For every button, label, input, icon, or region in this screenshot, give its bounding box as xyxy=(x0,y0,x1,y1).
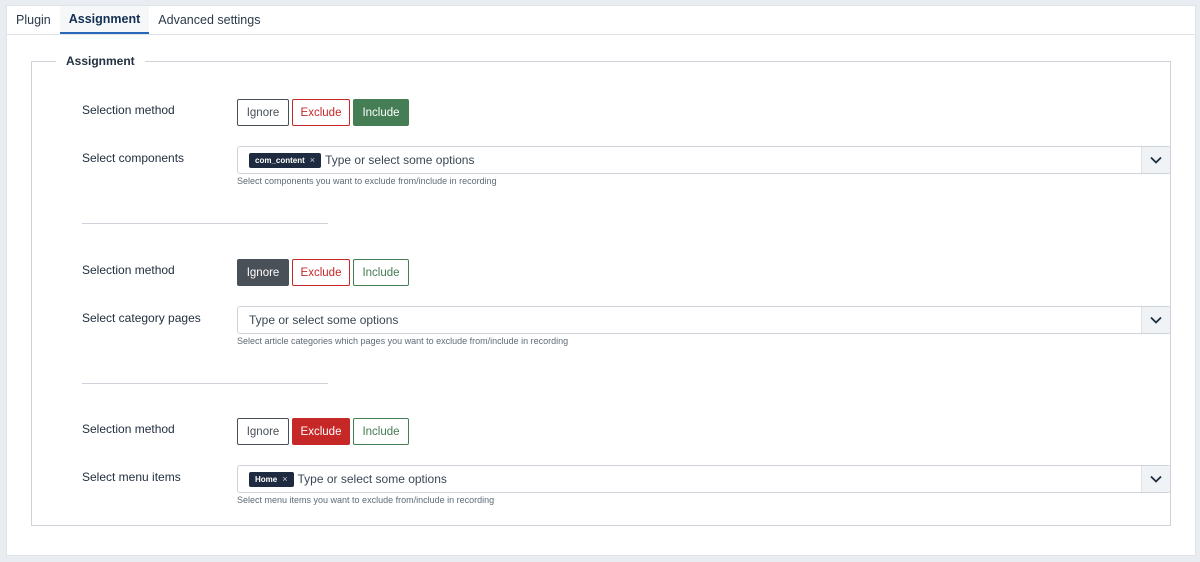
select-components-label: Select components xyxy=(82,151,185,165)
fieldset-legend: Assignment xyxy=(66,54,135,68)
selected-option-chip: Home × xyxy=(249,471,294,487)
menu-items-select[interactable]: Home × Type or select some options xyxy=(237,465,1171,493)
chip-label: Home xyxy=(255,474,278,484)
chip-label: com_content xyxy=(255,155,305,165)
selected-option-chip: com_content × xyxy=(249,152,322,168)
selection-method-group-components: Ignore Exclude Include xyxy=(237,99,409,126)
selection-method-group-menu-items: Ignore Exclude Include xyxy=(237,418,409,445)
section-divider xyxy=(82,383,328,384)
select-placeholder[interactable]: Type or select some options xyxy=(249,313,398,327)
category-pages-hint: Select article categories which pages yo… xyxy=(237,336,569,346)
assignment-fieldset: Assignment Selection method Ignore Exclu… xyxy=(31,54,1171,526)
exclude-button[interactable]: Exclude xyxy=(292,99,350,126)
section-divider xyxy=(82,223,328,224)
selection-method-label: Selection method xyxy=(82,103,175,117)
category-pages-select[interactable]: Type or select some options xyxy=(237,306,1171,334)
plugin-settings-card: Plugin Assignment Advanced settings Assi… xyxy=(6,5,1196,556)
select-category-pages-label: Select category pages xyxy=(82,311,201,325)
selection-method-group-categories: Ignore Exclude Include xyxy=(237,259,409,286)
close-icon[interactable]: × xyxy=(310,155,315,165)
selection-method-label: Selection method xyxy=(82,422,175,436)
ignore-button[interactable]: Ignore xyxy=(237,99,289,126)
include-button[interactable]: Include xyxy=(353,99,409,126)
components-select[interactable]: com_content × Type or select some option… xyxy=(237,146,1171,174)
exclude-button[interactable]: Exclude xyxy=(292,418,350,445)
ignore-button[interactable]: Ignore xyxy=(237,259,289,286)
include-button[interactable]: Include xyxy=(353,259,409,286)
components-hint: Select components you want to exclude fr… xyxy=(237,176,497,186)
chevron-down-icon[interactable] xyxy=(1141,147,1170,173)
chevron-down-icon[interactable] xyxy=(1141,307,1170,333)
tab-advanced-settings[interactable]: Advanced settings xyxy=(149,6,270,34)
tab-plugin[interactable]: Plugin xyxy=(7,6,60,34)
ignore-button[interactable]: Ignore xyxy=(237,418,289,445)
tab-bar: Plugin Assignment Advanced settings xyxy=(7,6,1195,35)
chevron-down-icon[interactable] xyxy=(1141,466,1170,492)
menu-items-hint: Select menu items you want to exclude fr… xyxy=(237,495,495,505)
include-button[interactable]: Include xyxy=(353,418,409,445)
select-placeholder[interactable]: Type or select some options xyxy=(325,153,474,167)
close-icon[interactable]: × xyxy=(282,474,287,484)
select-placeholder[interactable]: Type or select some options xyxy=(298,472,447,486)
exclude-button[interactable]: Exclude xyxy=(292,259,350,286)
tab-assignment[interactable]: Assignment xyxy=(59,6,150,34)
selection-method-label: Selection method xyxy=(82,263,175,277)
select-menu-items-label: Select menu items xyxy=(82,470,181,484)
